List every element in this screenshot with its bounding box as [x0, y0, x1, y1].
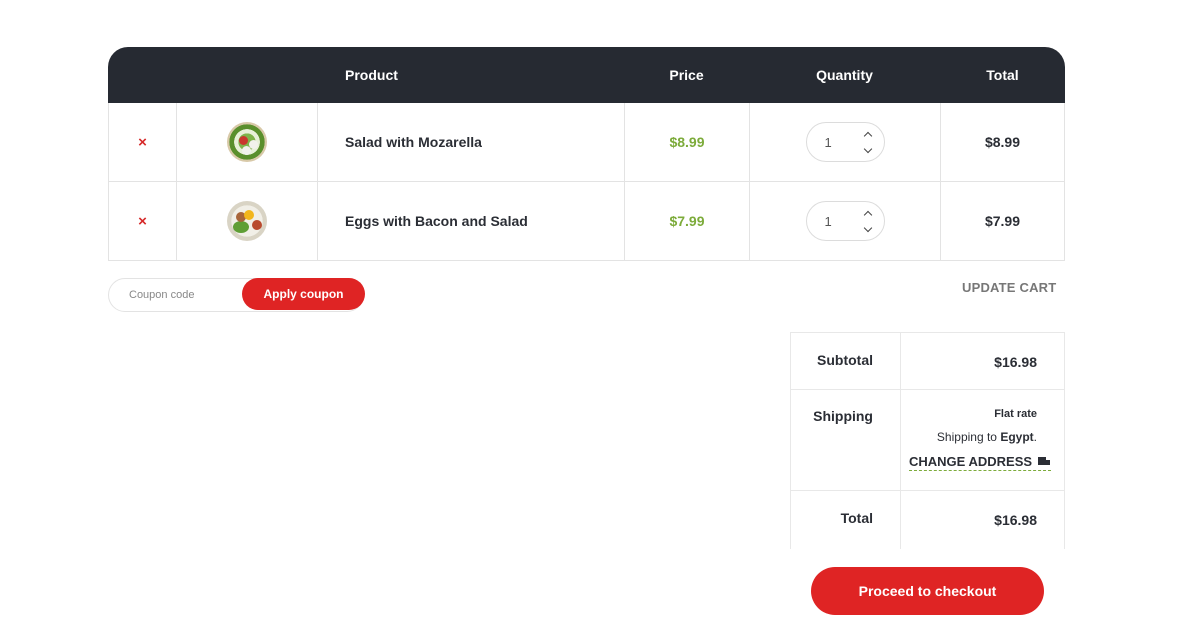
- change-address-link[interactable]: CHANGE ADDRESS: [909, 454, 1052, 471]
- shipping-to-prefix: Shipping to: [936, 430, 997, 444]
- remove-item-icon[interactable]: ×: [138, 213, 147, 230]
- chevron-up-icon[interactable]: [862, 128, 874, 140]
- unit-price: $8.99: [669, 134, 705, 150]
- shipping-label: Shipping: [791, 390, 901, 490]
- chevron-down-icon[interactable]: [862, 223, 874, 235]
- quantity-cell: 1: [750, 103, 941, 181]
- shipping-to-suffix: .: [1033, 430, 1037, 444]
- subtotal-label: Subtotal: [791, 333, 901, 389]
- remove-item-icon[interactable]: ×: [138, 134, 147, 151]
- cart-row: × Eggs with Bacon and Salad $7.99 1 $7.9…: [108, 182, 1065, 261]
- change-address-label[interactable]: CHANGE ADDRESS: [909, 454, 1032, 469]
- update-cart-button[interactable]: UPDATE CART: [962, 280, 1056, 295]
- total-label: Total: [791, 491, 901, 549]
- thumbnail-cell: [177, 182, 318, 260]
- remove-cell: ×: [109, 182, 177, 260]
- remove-cell: ×: [109, 103, 177, 181]
- coupon-code-input[interactable]: [129, 279, 239, 311]
- product-name-link[interactable]: Salad with Mozarella: [345, 134, 482, 150]
- quantity-value[interactable]: 1: [825, 214, 832, 229]
- quantity-value[interactable]: 1: [825, 135, 832, 150]
- eggs-bacon-plate-image[interactable]: [227, 201, 267, 241]
- truck-icon: [1038, 456, 1051, 467]
- cart-table: Product Price Quantity Total × Salad wit…: [108, 47, 1065, 261]
- cart-totals: Subtotal $16.98 Shipping Flat rate Shipp…: [790, 332, 1065, 549]
- cart-table-header: Product Price Quantity Total: [108, 47, 1065, 103]
- quantity-cell: 1: [750, 182, 941, 260]
- subtotal-row: Subtotal $16.98: [790, 332, 1065, 390]
- line-total: $8.99: [984, 134, 1021, 150]
- shipping-destination: Shipping to Egypt.: [901, 430, 1064, 444]
- unit-price: $7.99: [669, 213, 705, 229]
- shipping-country: Egypt: [1000, 430, 1034, 444]
- chevron-up-icon[interactable]: [862, 207, 874, 219]
- price-cell: $8.99: [625, 103, 750, 181]
- shipping-method: Flat rate: [994, 408, 1037, 420]
- product-name-link[interactable]: Eggs with Bacon and Salad: [345, 213, 528, 229]
- price-cell: $7.99: [625, 182, 750, 260]
- apply-coupon-button[interactable]: Apply coupon: [242, 278, 365, 310]
- header-total: Total: [986, 67, 1019, 83]
- quantity-stepper[interactable]: 1: [805, 122, 885, 162]
- product-name-cell: Salad with Mozarella: [318, 103, 625, 181]
- coupon-form: Apply coupon: [108, 278, 365, 312]
- thumbnail-cell: [177, 103, 318, 181]
- proceed-to-checkout-button[interactable]: Proceed to checkout: [811, 567, 1044, 615]
- chevron-down-icon[interactable]: [862, 144, 874, 156]
- line-total-cell: $7.99: [941, 182, 1064, 260]
- total-value: $16.98: [994, 512, 1037, 528]
- quantity-stepper[interactable]: 1: [805, 201, 885, 241]
- line-total: $7.99: [984, 213, 1021, 229]
- subtotal-value: $16.98: [994, 354, 1037, 370]
- header-quantity: Quantity: [816, 67, 873, 83]
- line-total-cell: $8.99: [941, 103, 1064, 181]
- product-name-cell: Eggs with Bacon and Salad: [318, 182, 625, 260]
- total-row: Total $16.98: [790, 491, 1065, 549]
- cart-row: × Salad with Mozarella $8.99 1 $8.99: [108, 103, 1065, 182]
- header-price: Price: [669, 67, 704, 83]
- shipping-row: Shipping Flat rate Shipping to Egypt. CH…: [790, 390, 1065, 491]
- salad-bowl-image[interactable]: [227, 122, 267, 162]
- header-product: Product: [345, 67, 398, 83]
